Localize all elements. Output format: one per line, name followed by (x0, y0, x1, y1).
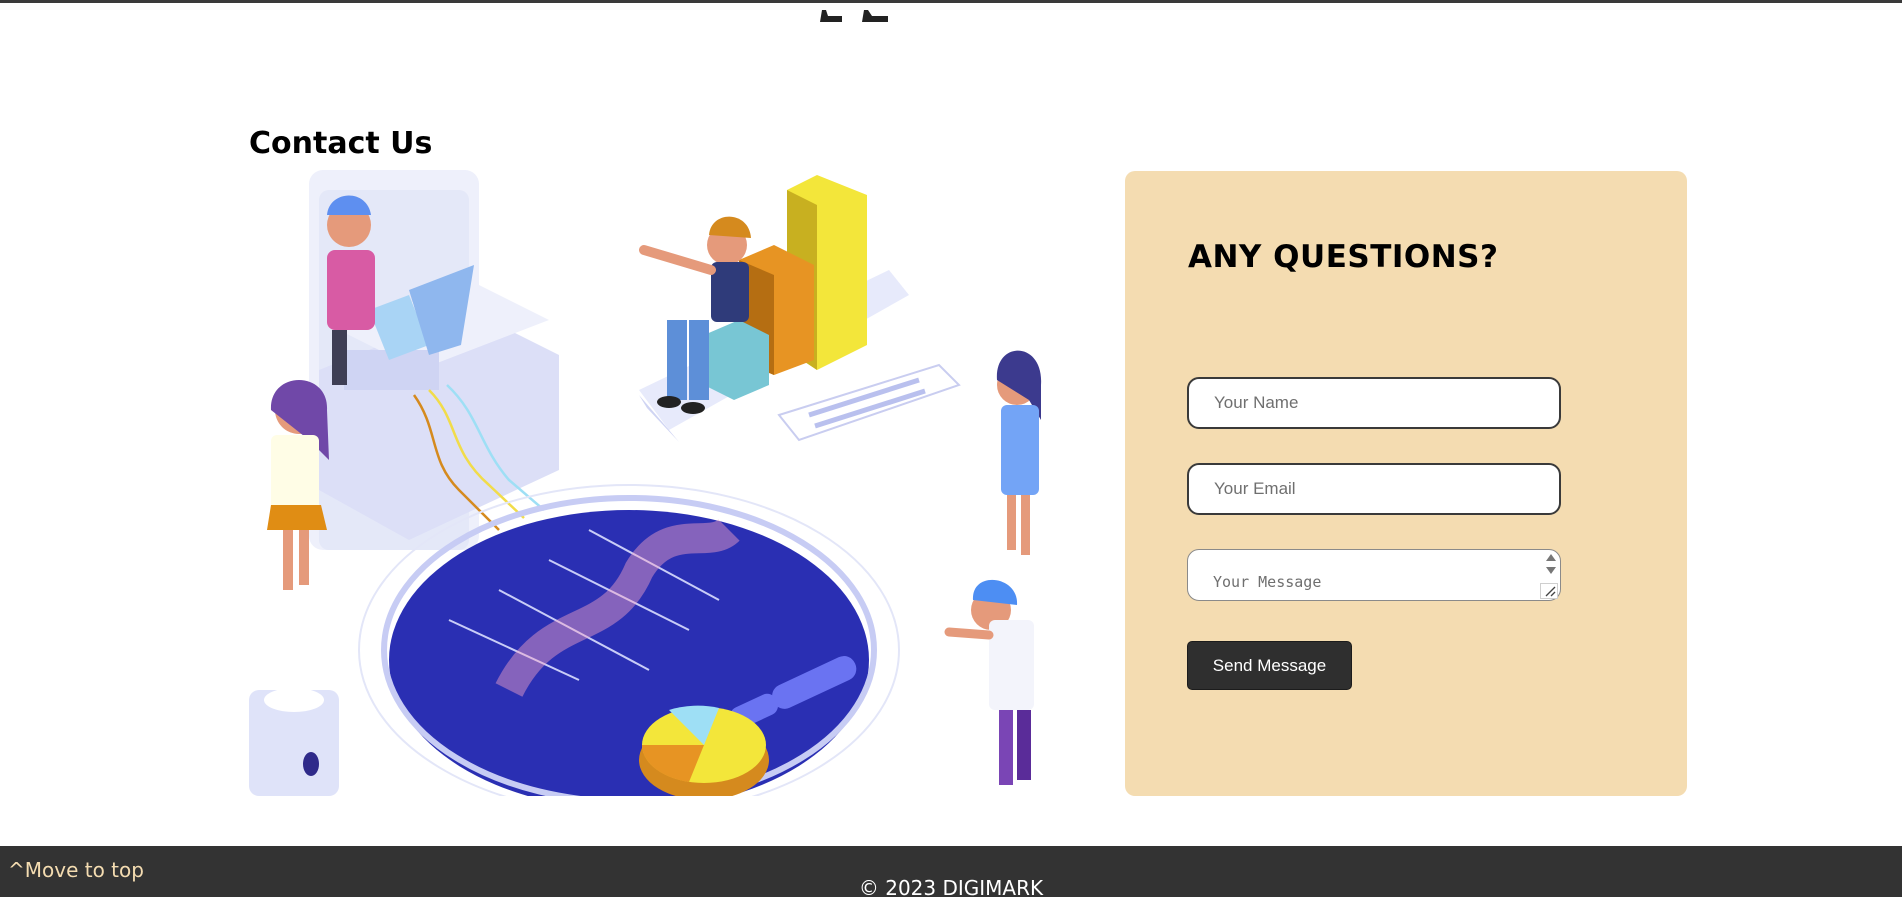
spinner-arrows-icon[interactable] (1544, 552, 1558, 576)
footer: ^Move to top © 2023 DIGIMARK (0, 846, 1902, 900)
message-textarea[interactable] (1187, 549, 1561, 601)
contact-form-card: ANY QUESTIONS? Send Message (1125, 171, 1687, 796)
email-input[interactable] (1187, 463, 1561, 515)
figure-feet-illustration (820, 10, 888, 22)
name-input[interactable] (1187, 377, 1561, 429)
resize-grip-icon[interactable] (1540, 583, 1558, 599)
send-message-button[interactable]: Send Message (1187, 641, 1352, 690)
any-questions-heading: ANY QUESTIONS? (1188, 239, 1499, 275)
top-border (0, 0, 1902, 3)
contact-us-heading: Contact Us (249, 126, 433, 161)
copyright-text: © 2023 DIGIMARK (858, 876, 1044, 900)
contact-illustration (249, 170, 1042, 796)
